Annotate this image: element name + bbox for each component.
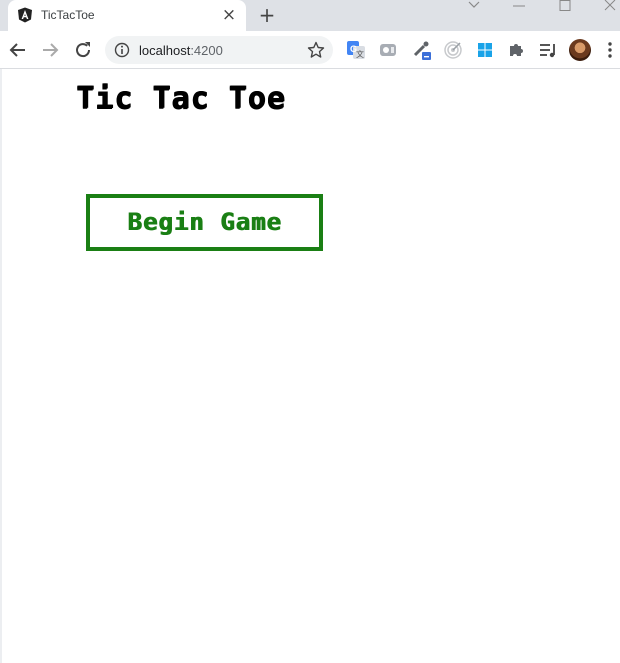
info-icon[interactable]	[114, 42, 130, 58]
begin-game-button[interactable]: Begin Game	[86, 194, 323, 251]
forward-icon[interactable]	[39, 39, 61, 61]
url-port: :4200	[190, 43, 223, 58]
windows-icon[interactable]	[475, 40, 495, 60]
new-tab-button[interactable]: +	[255, 3, 279, 27]
tab-strip: TicTacToe × +	[0, 0, 620, 31]
color-picker-icon[interactable]	[412, 40, 432, 60]
url-host: localhost	[139, 43, 191, 58]
page-left-border	[0, 69, 2, 663]
bookmark-star-icon[interactable]	[307, 41, 325, 59]
address-bar[interactable]: localhost:4200	[105, 36, 333, 64]
reload-icon[interactable]	[72, 39, 94, 61]
reading-list-icon[interactable]	[538, 40, 558, 60]
angular-logo-icon	[18, 7, 32, 23]
more-menu-icon[interactable]	[607, 40, 613, 60]
minimize-icon[interactable]	[507, 0, 531, 12]
profile-avatar[interactable]	[569, 39, 591, 61]
window-close-icon[interactable]	[598, 0, 620, 12]
google-translate-icon[interactable]: G 文	[346, 40, 366, 60]
screen-capture-icon[interactable]	[378, 40, 398, 60]
browser-tab[interactable]: TicTacToe ×	[8, 0, 246, 31]
tab-close-icon[interactable]: ×	[220, 6, 238, 24]
chevron-down-icon[interactable]	[462, 0, 486, 12]
browser-toolbar: localhost:4200 G 文	[0, 31, 620, 69]
page-title: Tic Tac Toe	[76, 81, 286, 116]
maximize-icon[interactable]	[553, 0, 577, 12]
target-icon[interactable]	[443, 40, 463, 60]
puzzle-icon[interactable]	[506, 40, 526, 60]
tab-title: TicTacToe	[41, 8, 95, 22]
back-icon[interactable]	[7, 39, 29, 61]
url-text[interactable]: localhost:4200	[139, 43, 223, 58]
svg-text:文: 文	[356, 49, 364, 59]
